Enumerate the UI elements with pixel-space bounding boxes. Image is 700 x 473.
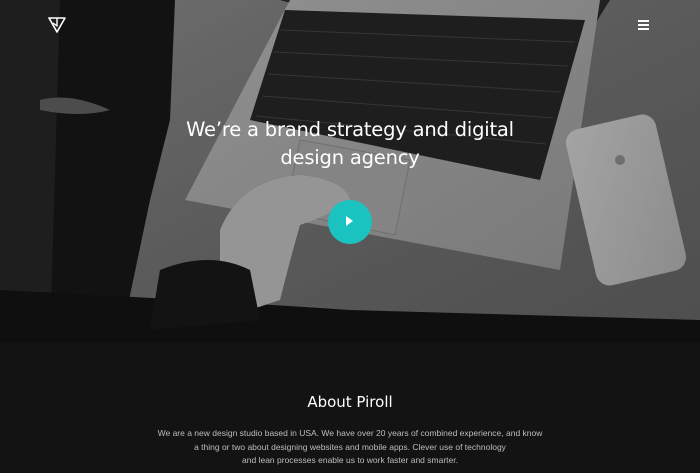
about-text-line: and lean processes enable us to work fas…	[242, 455, 458, 465]
hero-title: We’re a brand strategy and digital desig…	[150, 116, 550, 172]
about-title: About Piroll	[307, 393, 393, 411]
hero-title-line-2: design agency	[280, 146, 420, 169]
hamburger-menu-icon[interactable]	[638, 18, 652, 30]
menu-line	[638, 24, 649, 26]
hero-title-line-1: We’re a brand strategy and digital	[186, 118, 514, 141]
hero-section: We’re a brand strategy and digital desig…	[0, 0, 700, 343]
page: We’re a brand strategy and digital desig…	[0, 0, 700, 473]
menu-line	[638, 28, 649, 30]
about-text-line: a thing or two about designing websites …	[194, 441, 506, 452]
play-icon	[346, 216, 353, 226]
about-text-line: We are a new design studio based in USA.…	[157, 428, 543, 438]
menu-line	[638, 20, 649, 22]
triangle-logo-icon[interactable]	[48, 17, 66, 33]
play-video-button[interactable]	[328, 200, 372, 244]
about-section: About Piroll We are a new design studio …	[0, 343, 700, 473]
about-description: We are a new design studio based in USA.…	[100, 427, 600, 468]
